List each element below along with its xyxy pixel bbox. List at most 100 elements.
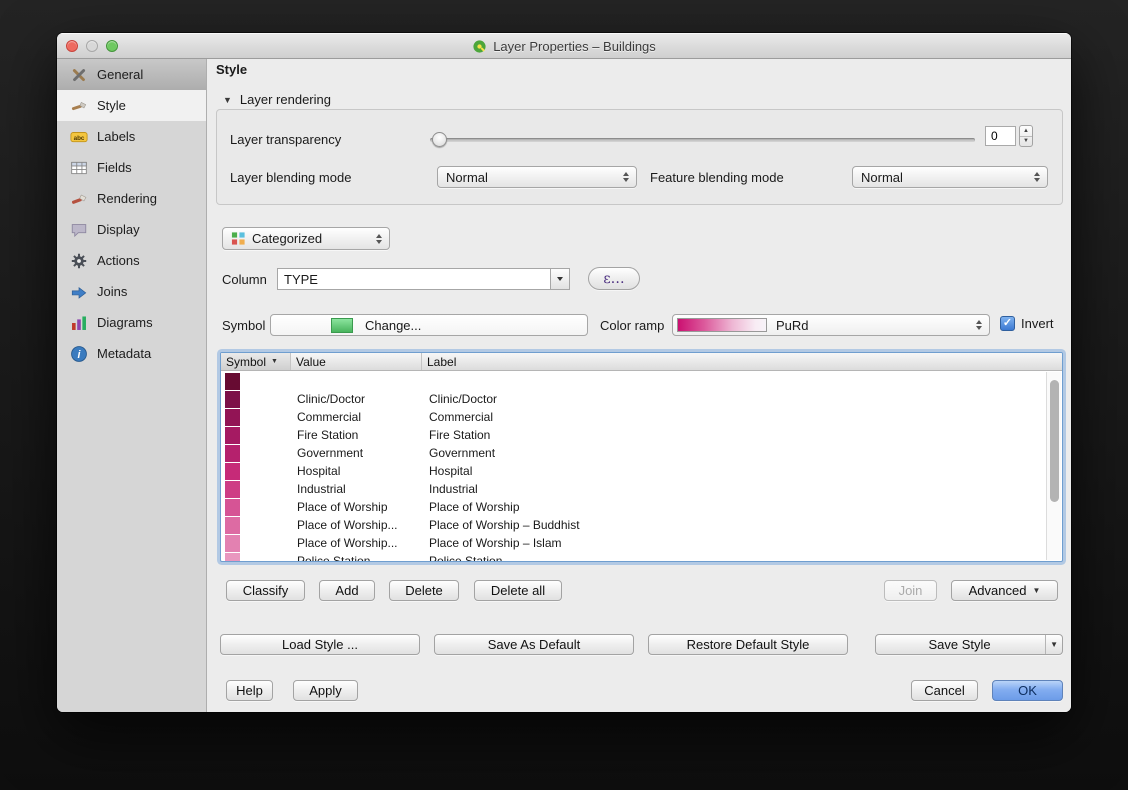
category-color-swatch[interactable]: [225, 373, 240, 390]
sidebar-item-label: Rendering: [97, 191, 157, 206]
layer-blending-dropdown[interactable]: Normal: [437, 166, 637, 188]
category-value[interactable]: Fire Station: [291, 428, 422, 442]
invert-checkbox-row: ✓ Invert: [1000, 316, 1054, 331]
column-combo[interactable]: TYPE: [277, 268, 570, 290]
slider-handle[interactable]: [432, 132, 447, 147]
color-ramp-dropdown[interactable]: PuRd: [672, 314, 990, 336]
category-value[interactable]: Commercial: [291, 410, 422, 424]
category-row[interactable]: Place of Worship... Place of Worship – I…: [221, 534, 1062, 552]
category-label[interactable]: Industrial: [422, 482, 1062, 496]
category-value[interactable]: Place of Worship: [291, 500, 422, 514]
category-color-swatch[interactable]: [225, 409, 240, 426]
category-row[interactable]: Place of Worship... Place of Worship – B…: [221, 516, 1062, 534]
category-row[interactable]: [221, 372, 1062, 390]
sidebar-item-labels[interactable]: abc Labels: [57, 121, 206, 152]
category-value[interactable]: Hospital: [291, 464, 422, 478]
category-color-swatch[interactable]: [225, 427, 240, 444]
table-header: Symbol ▼ Value Label: [221, 353, 1062, 371]
category-row[interactable]: Fire Station Fire Station: [221, 426, 1062, 444]
sidebar-item-metadata[interactable]: i Metadata: [57, 338, 206, 369]
category-label[interactable]: Clinic/Doctor: [422, 392, 1062, 406]
symbol-change-button[interactable]: Change...: [270, 314, 588, 336]
category-row[interactable]: Clinic/Doctor Clinic/Doctor: [221, 390, 1062, 408]
delete-button[interactable]: Delete: [389, 580, 459, 601]
sidebar-item-general[interactable]: General: [57, 59, 206, 90]
sidebar-item-fields[interactable]: Fields: [57, 152, 206, 183]
sidebar-item-display[interactable]: Display: [57, 214, 206, 245]
sidebar-item-icon: [70, 252, 88, 270]
transparency-stepper[interactable]: ▲ ▼: [1019, 125, 1033, 147]
sidebar-item-label: Labels: [97, 129, 135, 144]
help-button[interactable]: Help: [226, 680, 273, 701]
sort-indicator-icon: ▼: [271, 358, 278, 365]
category-row[interactable]: Police Station Police Station: [221, 552, 1062, 561]
category-row[interactable]: Hospital Hospital: [221, 462, 1062, 480]
layer-transparency-slider[interactable]: [430, 132, 975, 147]
category-color-swatch[interactable]: [225, 391, 240, 408]
layer-rendering-disclosure[interactable]: ▼ Layer rendering: [223, 92, 331, 107]
apply-button[interactable]: Apply: [293, 680, 358, 701]
epsilon-icon: ε…: [603, 271, 624, 287]
add-button[interactable]: Add: [319, 580, 375, 601]
category-row[interactable]: Place of Worship Place of Worship: [221, 498, 1062, 516]
cancel-button[interactable]: Cancel: [911, 680, 978, 701]
invert-checkbox[interactable]: ✓: [1000, 316, 1015, 331]
category-label[interactable]: Hospital: [422, 464, 1062, 478]
expression-builder-button[interactable]: ε…: [588, 267, 640, 290]
sidebar-item-joins[interactable]: Joins: [57, 276, 206, 307]
delete-all-button[interactable]: Delete all: [474, 580, 562, 601]
category-row[interactable]: Government Government: [221, 444, 1062, 462]
category-row[interactable]: Commercial Commercial: [221, 408, 1062, 426]
category-color-swatch[interactable]: [225, 481, 240, 498]
category-label[interactable]: Place of Worship: [422, 500, 1062, 514]
table-scrollbar[interactable]: [1046, 372, 1061, 560]
load-style-button[interactable]: Load Style ...: [220, 634, 420, 655]
renderer-type-dropdown[interactable]: Categorized: [222, 227, 390, 250]
column-value: TYPE: [278, 272, 550, 287]
restore-default-style-button[interactable]: Restore Default Style: [648, 634, 848, 655]
window-titlebar[interactable]: Layer Properties – Buildings: [57, 33, 1071, 59]
advanced-button[interactable]: Advanced ▼: [951, 580, 1058, 601]
column-header-value[interactable]: Value: [291, 353, 422, 370]
category-value[interactable]: Government: [291, 446, 422, 460]
category-value[interactable]: Place of Worship...: [291, 518, 422, 532]
sidebar-item-icon: [70, 314, 88, 332]
category-color-swatch[interactable]: [225, 445, 240, 462]
stepper-down-icon[interactable]: ▼: [1020, 137, 1032, 147]
category-label[interactable]: Police Station: [422, 554, 1062, 561]
combo-dropdown-icon[interactable]: [550, 269, 569, 289]
column-header-symbol[interactable]: Symbol ▼: [221, 353, 291, 370]
categories-table[interactable]: Symbol ▼ Value Label: [220, 352, 1063, 562]
category-color-swatch[interactable]: [225, 535, 240, 552]
column-header-label[interactable]: Label: [422, 353, 1062, 370]
category-color-swatch[interactable]: [225, 463, 240, 480]
ok-button[interactable]: OK: [992, 680, 1063, 701]
category-label[interactable]: Place of Worship – Islam: [422, 536, 1062, 550]
category-value[interactable]: Police Station: [291, 554, 422, 561]
category-color-swatch[interactable]: [225, 499, 240, 516]
category-color-swatch[interactable]: [225, 553, 240, 562]
column-label: Column: [222, 272, 267, 287]
stepper-up-icon[interactable]: ▲: [1020, 126, 1032, 137]
sidebar-item-rendering[interactable]: Rendering: [57, 183, 206, 214]
category-label[interactable]: Government: [422, 446, 1062, 460]
category-color-swatch[interactable]: [225, 517, 240, 534]
save-style-button[interactable]: Save Style ▼: [875, 634, 1063, 655]
transparency-value-field[interactable]: [985, 126, 1016, 146]
classify-button[interactable]: Classify: [226, 580, 305, 601]
category-row[interactable]: Industrial Industrial: [221, 480, 1062, 498]
category-value[interactable]: Place of Worship...: [291, 536, 422, 550]
sidebar-item-diagrams[interactable]: Diagrams: [57, 307, 206, 338]
scrollbar-thumb[interactable]: [1050, 380, 1059, 502]
sidebar-item-label: Actions: [97, 253, 140, 268]
save-as-default-button[interactable]: Save As Default: [434, 634, 634, 655]
category-label[interactable]: Place of Worship – Buddhist: [422, 518, 1062, 532]
feature-blending-dropdown[interactable]: Normal: [852, 166, 1048, 188]
category-symbol-cell: [221, 427, 291, 444]
sidebar-item-actions[interactable]: Actions: [57, 245, 206, 276]
category-label[interactable]: Commercial: [422, 410, 1062, 424]
category-value[interactable]: Industrial: [291, 482, 422, 496]
category-label[interactable]: Fire Station: [422, 428, 1062, 442]
sidebar-item-style[interactable]: Style: [57, 90, 206, 121]
category-value[interactable]: Clinic/Doctor: [291, 392, 422, 406]
